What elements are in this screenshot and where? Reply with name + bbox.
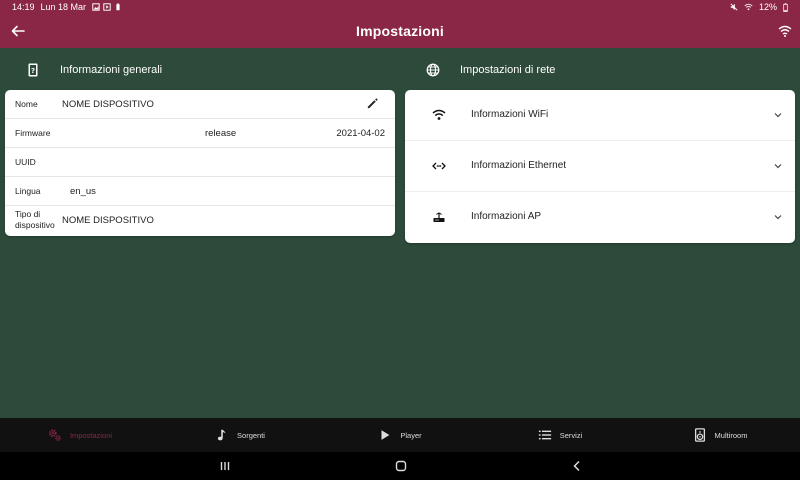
general-info-title: Informazioni generali bbox=[60, 64, 163, 76]
ap-info-item[interactable]: Informazioni AP bbox=[405, 192, 795, 243]
status-bar: 14:19 Lun 18 Mar 12% bbox=[0, 0, 800, 14]
play-icon bbox=[381, 430, 390, 440]
status-wifi-icon bbox=[744, 3, 753, 11]
globe-icon bbox=[426, 63, 440, 77]
nav-item-servizi[interactable]: Servizi bbox=[480, 418, 640, 452]
firmware-label: Firmware bbox=[15, 128, 51, 138]
router-icon bbox=[433, 212, 445, 222]
general-info-card: Nome NOME DISPOSITIVO Firmware release 2… bbox=[5, 90, 395, 236]
nav-label-servizi: Servizi bbox=[559, 430, 583, 440]
firmware-channel: release bbox=[205, 128, 237, 139]
device-info-icon: ? bbox=[28, 63, 38, 77]
page-title: Impostazioni bbox=[356, 23, 444, 39]
ethernet-icon bbox=[432, 162, 446, 170]
network-settings-card: Informazioni WiFi Informazioni Ethernet … bbox=[405, 90, 795, 243]
name-label: Nome bbox=[15, 99, 38, 109]
system-back-icon[interactable] bbox=[570, 459, 584, 473]
battery-icon bbox=[783, 2, 788, 12]
music-note-icon bbox=[217, 429, 226, 441]
wifi-icon bbox=[432, 109, 446, 120]
nav-item-sorgenti[interactable]: Sorgenti bbox=[160, 418, 320, 452]
chevron-down-icon bbox=[774, 113, 782, 118]
network-settings-header: Impostazioni di rete bbox=[426, 60, 555, 80]
chevron-down-icon bbox=[774, 215, 782, 220]
nav-item-impostazioni[interactable]: Impostazioni bbox=[0, 418, 160, 452]
uuid-row: UUID bbox=[5, 148, 395, 177]
mute-icon bbox=[730, 3, 738, 11]
nav-label-multiroom: Multiroom bbox=[714, 430, 748, 440]
list-icon bbox=[538, 430, 551, 440]
status-time: 14:19 bbox=[12, 2, 35, 12]
general-info-header: ? Informazioni generali bbox=[26, 60, 162, 80]
device-type-row: Tipo di dispositivo NOME DISPOSITIVO bbox=[5, 206, 395, 235]
chevron-down-icon bbox=[774, 164, 782, 169]
wifi-info-label: Informazioni WiFi bbox=[471, 109, 549, 120]
language-label: Lingua bbox=[15, 186, 41, 196]
network-settings-title: Impostazioni di rete bbox=[460, 64, 556, 76]
svg-text:?: ? bbox=[31, 67, 35, 75]
battery-notification-icon bbox=[116, 3, 120, 11]
language-row: Lingua en_us bbox=[5, 177, 395, 206]
home-icon[interactable] bbox=[394, 459, 408, 473]
firmware-date: 2021-04-02 bbox=[336, 128, 385, 139]
battery-percent: 12% bbox=[758, 2, 777, 12]
ap-info-label: Informazioni AP bbox=[471, 211, 542, 222]
wifi-icon[interactable] bbox=[778, 24, 792, 38]
recent-apps-icon[interactable] bbox=[218, 459, 232, 473]
image-notification-icon bbox=[92, 3, 100, 11]
wifi-info-item[interactable]: Informazioni WiFi bbox=[405, 90, 795, 141]
nav-label-sorgenti: Sorgenti bbox=[237, 430, 265, 440]
nav-label-player: Player bbox=[400, 430, 422, 440]
gears-icon bbox=[48, 429, 61, 441]
firmware-row: Firmware release 2021-04-02 bbox=[5, 119, 395, 148]
nav-item-player[interactable]: Player bbox=[320, 418, 480, 452]
device-type-label: Tipo di dispositivo bbox=[15, 209, 55, 231]
bottom-navigation: Impostazioni Sorgenti Player Servizi Mul… bbox=[0, 418, 800, 452]
media-notification-icon bbox=[103, 3, 111, 11]
nav-item-multiroom[interactable]: Multiroom bbox=[640, 418, 800, 452]
system-navigation-bar bbox=[0, 452, 800, 480]
device-type-label-line2: dispositivo bbox=[15, 220, 55, 230]
speaker-icon bbox=[694, 428, 705, 442]
nav-label-impostazioni: Impostazioni bbox=[69, 430, 113, 440]
ethernet-info-label: Informazioni Ethernet bbox=[471, 160, 567, 171]
device-type-label-line1: Tipo di bbox=[15, 209, 41, 219]
uuid-label: UUID bbox=[15, 157, 36, 167]
language-value: en_us bbox=[70, 186, 96, 197]
edit-pencil-icon[interactable] bbox=[366, 97, 379, 110]
name-value: NOME DISPOSITIVO bbox=[62, 99, 154, 110]
device-type-value: NOME DISPOSITIVO bbox=[62, 215, 154, 226]
ethernet-info-item[interactable]: Informazioni Ethernet bbox=[405, 141, 795, 192]
status-date: Lun 18 Mar bbox=[40, 2, 87, 12]
app-bar: Impostazioni bbox=[0, 14, 800, 48]
name-row: Nome NOME DISPOSITIVO bbox=[5, 90, 395, 119]
